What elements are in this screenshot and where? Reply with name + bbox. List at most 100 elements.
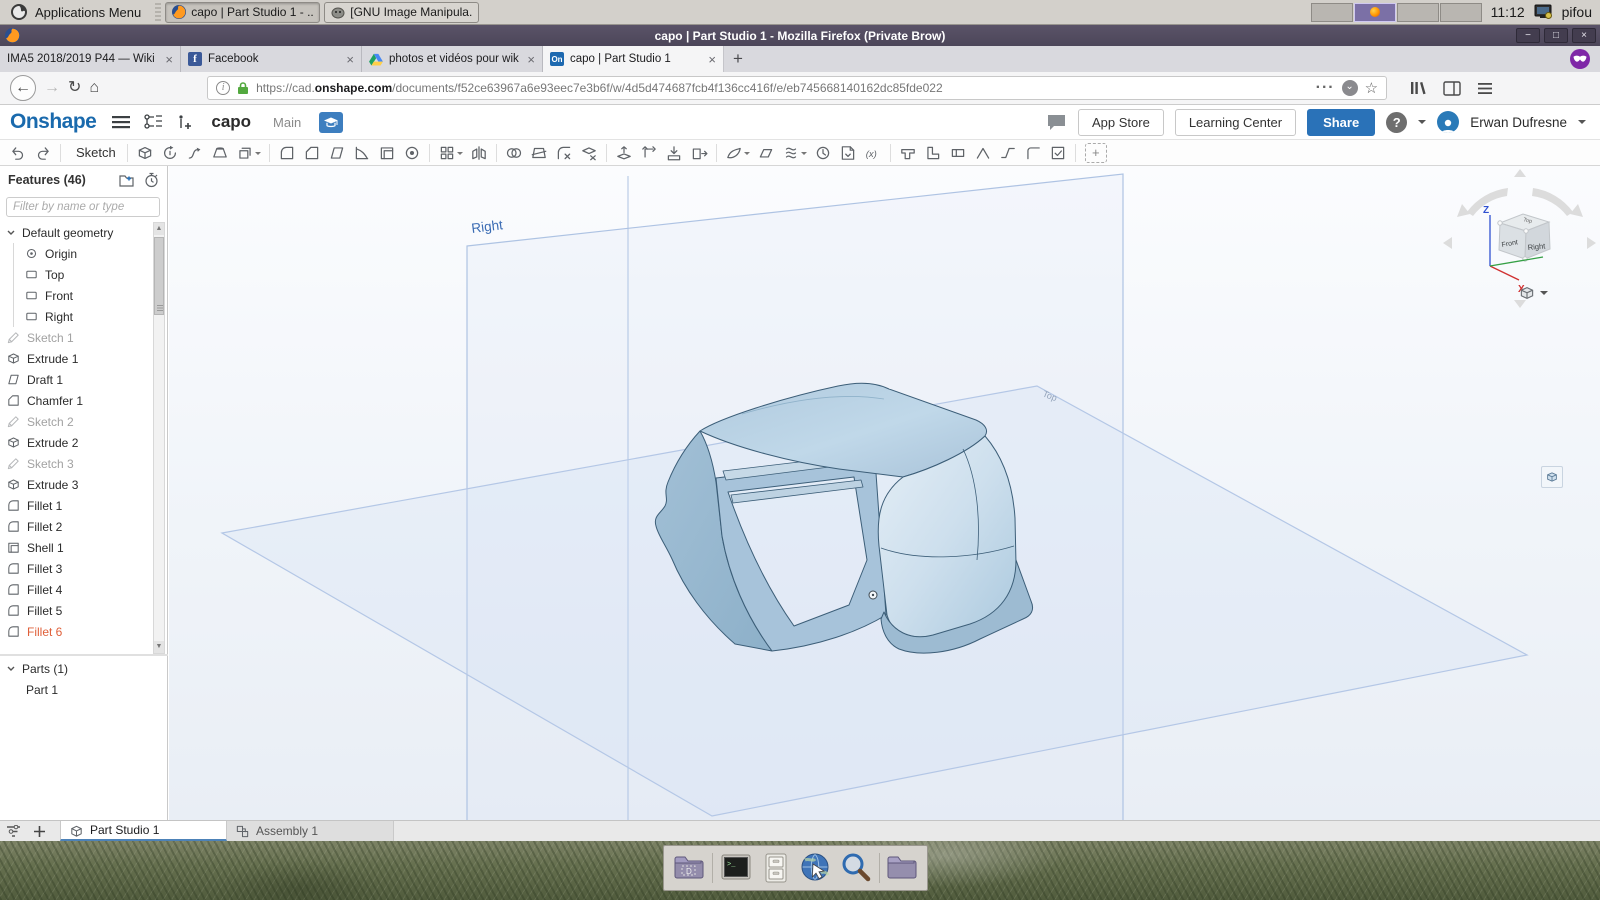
feature-row-fillet-3[interactable]: Fillet 3 xyxy=(0,558,152,579)
feature-row-origin[interactable]: Origin xyxy=(0,243,152,264)
sheet-metal-corner-button[interactable] xyxy=(1021,142,1045,164)
move-face-button[interactable] xyxy=(612,142,636,164)
chevron-down-icon[interactable] xyxy=(6,228,16,238)
page-info-icon[interactable]: i xyxy=(216,81,230,95)
modify-fillet-button[interactable] xyxy=(552,142,576,164)
scrollbar-thumb[interactable] xyxy=(154,237,164,315)
extrude-button[interactable] xyxy=(133,142,157,164)
tab-close-icon[interactable] xyxy=(163,52,173,67)
feature-row-top[interactable]: Top xyxy=(0,264,152,285)
feature-row-sketch-1[interactable]: Sketch 1 xyxy=(0,327,152,348)
dock-search-icon[interactable] xyxy=(839,851,873,885)
learning-center-button[interactable]: Learning Center xyxy=(1175,109,1296,136)
view-cube-body[interactable]: Top Front Right xyxy=(1498,214,1550,261)
loft-button[interactable] xyxy=(208,142,232,164)
feature-row-right[interactable]: Right xyxy=(0,306,152,327)
flange-button[interactable] xyxy=(921,142,945,164)
thicken-button[interactable] xyxy=(233,142,264,164)
mirror-button[interactable] xyxy=(467,142,491,164)
fillet-button[interactable] xyxy=(275,142,299,164)
feature-row-chamfer-1[interactable]: Chamfer 1 xyxy=(0,390,152,411)
minimize-button[interactable]: − xyxy=(1516,28,1540,43)
linear-pattern-caret-icon[interactable] xyxy=(457,152,463,158)
tab-close-icon[interactable] xyxy=(344,52,354,67)
scroll-up-icon[interactable]: ▲ xyxy=(154,223,164,235)
pocket-icon[interactable]: ⌄ xyxy=(1342,80,1358,96)
feature-row-sketch-3[interactable]: Sketch 3 xyxy=(0,453,152,474)
derived-button[interactable] xyxy=(836,142,860,164)
circular-pattern-button[interactable] xyxy=(811,142,835,164)
feature-row-shell-1[interactable]: Shell 1 xyxy=(0,537,152,558)
feature-row-draft-1[interactable]: Draft 1 xyxy=(0,369,152,390)
versions-icon[interactable] xyxy=(144,114,163,130)
feature-row-fillet-1[interactable]: Fillet 1 xyxy=(0,495,152,516)
browser-tab-capo-part-studio-1[interactable]: Oncapo | Part Studio 1 xyxy=(543,46,724,72)
variable-button[interactable]: (x) xyxy=(861,142,885,164)
display-flyout-button[interactable] xyxy=(1541,466,1563,488)
feature-row-extrude-2[interactable]: Extrude 2 xyxy=(0,432,152,453)
revolve-button[interactable] xyxy=(158,142,182,164)
feature-row-extrude-3[interactable]: Extrude 3 xyxy=(0,474,152,495)
feature-row-fillet-5[interactable]: Fillet 5 xyxy=(0,600,152,621)
view-options-button[interactable] xyxy=(1518,284,1548,302)
workspace-4[interactable] xyxy=(1440,3,1482,22)
customize-toolbar-button[interactable]: + xyxy=(1085,143,1107,163)
scroll-down-icon[interactable]: ▼ xyxy=(154,641,164,653)
feature-row-sketch-2[interactable]: Sketch 2 xyxy=(0,411,152,432)
feature-row-fillet-6[interactable]: Fillet 6 xyxy=(0,621,152,642)
user-avatar[interactable] xyxy=(1437,111,1459,133)
part-row-part-1[interactable]: Part 1 xyxy=(0,679,168,700)
redo-button[interactable] xyxy=(31,142,55,164)
feature-row-fillet-2[interactable]: Fillet 2 xyxy=(0,516,152,537)
dock-terminal-icon[interactable]: >_ xyxy=(719,851,753,885)
chevron-down-icon[interactable] xyxy=(6,664,16,674)
viewport-3d[interactable]: Right Top xyxy=(169,166,1600,820)
scene-canvas[interactable]: Right Top xyxy=(169,166,1600,820)
tab-close-icon[interactable] xyxy=(706,52,716,67)
element-tab-assembly-1[interactable]: Assembly 1 xyxy=(227,821,394,841)
reload-button[interactable]: ↻ xyxy=(68,80,81,96)
page-actions-icon[interactable]: ··· xyxy=(1316,79,1335,97)
new-tab-button[interactable]: + xyxy=(724,46,752,72)
app-store-button[interactable]: App Store xyxy=(1078,109,1164,136)
dock-folder-icon[interactable] xyxy=(885,851,919,885)
features-filter-input[interactable] xyxy=(6,197,160,217)
tab-close-icon[interactable] xyxy=(525,52,535,67)
feature-row-default-geometry[interactable]: Default geometry xyxy=(0,222,152,243)
dock-places-folder-icon[interactable]: D xyxy=(672,851,706,885)
dock-web-browser-icon[interactable] xyxy=(799,851,833,885)
document-name[interactable]: capo xyxy=(211,112,251,132)
export-button[interactable] xyxy=(687,142,711,164)
hole-button[interactable] xyxy=(400,142,424,164)
home-button[interactable]: ⌂ xyxy=(89,80,99,96)
user-name[interactable]: Erwan Dufresne xyxy=(1470,115,1567,130)
maximize-button[interactable]: □ xyxy=(1544,28,1568,43)
parts-section-header[interactable]: Parts (1) xyxy=(0,658,168,679)
features-scrollbar[interactable]: ▲ ▼ xyxy=(153,222,165,654)
fold-button[interactable] xyxy=(971,142,995,164)
feature-row-fillet-4[interactable]: Fillet 4 xyxy=(0,579,152,600)
workspace-1[interactable] xyxy=(1311,3,1353,22)
right-plane-label[interactable]: Right xyxy=(471,217,504,236)
forward-button[interactable]: → xyxy=(44,80,60,96)
helix-caret-icon[interactable] xyxy=(801,152,807,158)
taskbar-window-capo-part-studio-1[interactable]: capo | Part Studio 1 - ... xyxy=(165,2,320,23)
split-button[interactable] xyxy=(527,142,551,164)
help-button[interactable]: ? xyxy=(1386,112,1407,133)
workspace-2[interactable] xyxy=(1354,3,1396,22)
rib-button[interactable] xyxy=(350,142,374,164)
shell-button[interactable] xyxy=(375,142,399,164)
menu-icon[interactable] xyxy=(1477,82,1493,95)
share-button[interactable]: Share xyxy=(1307,109,1375,136)
boolean-button[interactable] xyxy=(502,142,526,164)
url-text[interactable]: https://cad.onshape.com/documents/f52ce6… xyxy=(256,81,1309,95)
browser-tab-photos-et-vid-os-pour-wiki[interactable]: photos et vidéos pour wiki xyxy=(362,46,543,72)
sheet-metal-finish-button[interactable] xyxy=(1046,142,1070,164)
feature-row-front[interactable]: Front xyxy=(0,285,152,306)
sheet-metal-tab-button[interactable] xyxy=(946,142,970,164)
education-badge-icon[interactable] xyxy=(319,112,343,133)
close-button[interactable]: × xyxy=(1572,28,1596,43)
comment-icon[interactable] xyxy=(1046,113,1067,131)
element-tab-part-studio-1[interactable]: Part Studio 1 xyxy=(60,821,227,841)
sweep-button[interactable] xyxy=(183,142,207,164)
